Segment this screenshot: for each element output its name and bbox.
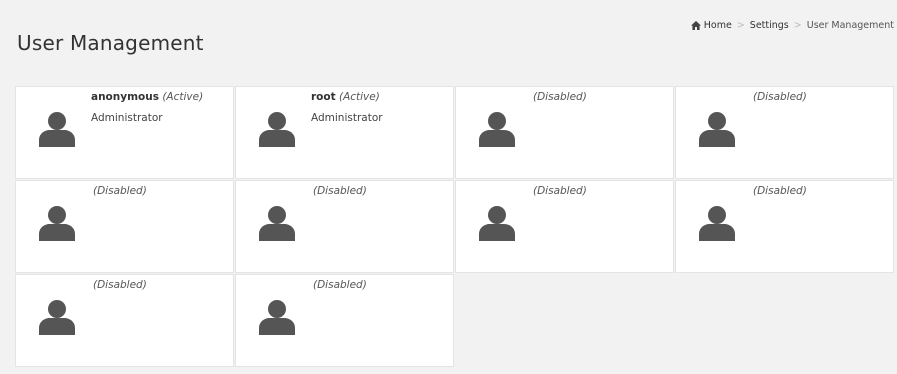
user-avatar-icon <box>259 300 295 335</box>
user-status: (Disabled) <box>93 279 147 291</box>
user-avatar-icon <box>699 206 735 241</box>
user-card-6[interactable]: (Disabled) <box>235 180 454 273</box>
user-avatar-icon <box>259 112 295 147</box>
user-avatar-icon <box>39 112 75 147</box>
user-card-3[interactable]: (Disabled) <box>455 86 674 179</box>
breadcrumb-separator: > <box>736 20 745 31</box>
user-status: (Disabled) <box>753 91 807 103</box>
user-avatar-icon <box>699 112 735 147</box>
user-status: (Active) <box>338 91 380 103</box>
user-name-line: anonymous (Active) <box>91 91 203 103</box>
user-avatar-icon <box>479 206 515 241</box>
user-card-5[interactable]: (Disabled) <box>15 180 234 273</box>
page-title: User Management <box>17 31 204 55</box>
breadcrumb-settings-link[interactable]: Settings <box>750 20 789 31</box>
breadcrumb-current: User Management <box>806 20 894 31</box>
user-card-7[interactable]: (Disabled) <box>455 180 674 273</box>
home-icon <box>690 21 701 30</box>
user-grid: anonymous (Active) Administrator root (A… <box>15 86 895 370</box>
user-status: (Disabled) <box>533 91 587 103</box>
user-status: (Disabled) <box>93 185 147 197</box>
user-avatar-icon <box>259 206 295 241</box>
user-name-line: (Disabled) <box>533 91 587 103</box>
user-role: Administrator <box>91 112 163 124</box>
user-name-line: (Disabled) <box>753 91 807 103</box>
user-name-line: (Disabled) <box>533 185 587 197</box>
user-management-page: User Management Home > Settings > User M… <box>0 0 897 374</box>
user-status: (Disabled) <box>533 185 587 197</box>
user-status: (Disabled) <box>753 185 807 197</box>
user-avatar-icon <box>39 206 75 241</box>
user-avatar-icon <box>39 300 75 335</box>
user-status: (Active) <box>162 91 204 103</box>
user-name: root <box>311 91 336 103</box>
user-card-2[interactable]: root (Active) Administrator <box>235 86 454 179</box>
user-name-line: root (Active) <box>311 91 380 103</box>
user-status: (Disabled) <box>313 279 367 291</box>
user-name: anonymous <box>91 91 159 103</box>
page-header: User Management Home > Settings > User M… <box>0 0 897 85</box>
user-name-line: (Disabled) <box>93 185 147 197</box>
user-name-line: (Disabled) <box>313 185 367 197</box>
breadcrumb-separator: > <box>793 20 802 31</box>
user-avatar-icon <box>479 112 515 147</box>
user-card-4[interactable]: (Disabled) <box>675 86 894 179</box>
user-name-line: (Disabled) <box>313 279 367 291</box>
user-name-line: (Disabled) <box>753 185 807 197</box>
user-card-10[interactable]: (Disabled) <box>235 274 454 367</box>
user-card-9[interactable]: (Disabled) <box>15 274 234 367</box>
user-role: Administrator <box>311 112 383 124</box>
user-card-8[interactable]: (Disabled) <box>675 180 894 273</box>
breadcrumb: Home > Settings > User Management <box>690 20 894 31</box>
user-name-line: (Disabled) <box>93 279 147 291</box>
breadcrumb-home-link[interactable]: Home <box>704 20 732 31</box>
user-card-1[interactable]: anonymous (Active) Administrator <box>15 86 234 179</box>
user-status: (Disabled) <box>313 185 367 197</box>
